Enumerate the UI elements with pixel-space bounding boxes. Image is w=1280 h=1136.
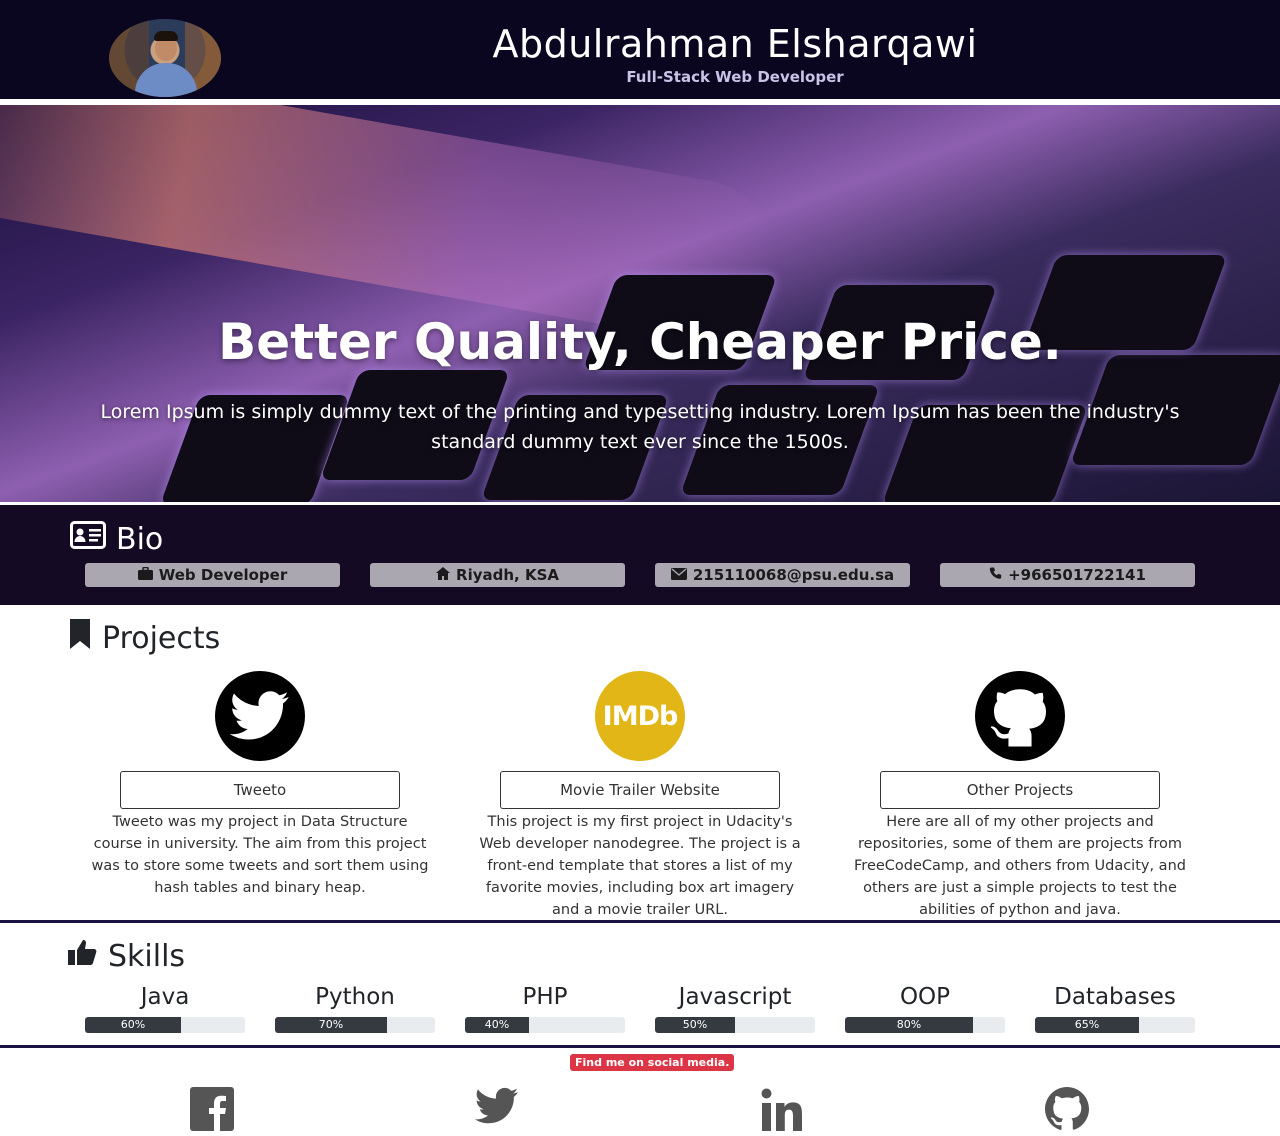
skill-progress-bar: 65% <box>1035 1017 1195 1033</box>
skill-name: OOP <box>899 984 951 1010</box>
skill-name: PHP <box>522 984 568 1010</box>
skill-name: Java <box>140 984 190 1010</box>
bio-location: Riyadh, KSA <box>370 563 625 587</box>
skill-progress-bar: 60% <box>85 1017 245 1033</box>
skill-progress-fill: 80% <box>845 1017 973 1033</box>
home-icon <box>436 566 451 584</box>
github-logo-icon <box>975 671 1065 761</box>
bio-job-label: Web Developer <box>158 566 288 584</box>
project-other-button[interactable]: Other Projects <box>880 771 1160 809</box>
skill-name: Javascript <box>678 984 792 1010</box>
skill-progress-bar: 80% <box>845 1017 1005 1033</box>
site-owner-name: Abdulrahman Elsharqawi <box>492 22 978 66</box>
project-card-tweeto: Tweeto Tweeto was my project in Data Str… <box>90 671 430 899</box>
projects-title: Projects <box>102 620 221 656</box>
skill-progress-fill: 60% <box>85 1017 181 1033</box>
skill-progress-fill: 65% <box>1035 1017 1139 1033</box>
skills-heading: Skills <box>68 938 185 974</box>
id-card-icon <box>70 521 106 557</box>
phone-icon <box>989 566 1002 584</box>
bio-section: Bio Web Developer Riyadh, KSA 215110068@… <box>0 502 1280 605</box>
twitter-icon[interactable] <box>474 1087 523 1135</box>
skill-progress-bar: 50% <box>655 1017 815 1033</box>
skill-progress-bar: 40% <box>465 1017 625 1033</box>
bio-email-label: 215110068@psu.edu.sa <box>692 566 895 584</box>
skill-progress-bar: 70% <box>275 1017 435 1033</box>
skill-progress-fill: 40% <box>465 1017 529 1033</box>
avatar <box>109 19 221 97</box>
bio-email[interactable]: 215110068@psu.edu.sa <box>655 563 910 587</box>
facebook-icon[interactable] <box>190 1087 238 1135</box>
skills-title: Skills <box>108 938 186 974</box>
skill-progress-fill: 70% <box>275 1017 387 1033</box>
project-movie-trailer-button[interactable]: Movie Trailer Website <box>500 771 780 809</box>
linkedin-icon[interactable] <box>760 1087 808 1135</box>
project-card-other: Other Projects Here are all of my other … <box>850 671 1190 921</box>
imdb-logo-text: IMDb <box>602 700 679 732</box>
twitter-logo-icon <box>215 671 305 761</box>
project-tweeto-description: Tweeto was my project in Data Structure … <box>91 814 429 896</box>
social-section: Find me on social media. <box>0 1051 1280 1136</box>
skill-name: Databases <box>1054 984 1176 1010</box>
skill-item: OOP 80% <box>845 984 1005 1033</box>
skill-item: Javascript 50% <box>655 984 815 1033</box>
hero-text: Lorem Ipsum is simply dummy text of the … <box>100 401 1180 453</box>
bookmark-icon <box>68 619 92 657</box>
envelope-icon <box>670 566 687 584</box>
bio-phone[interactable]: +966501722141 <box>940 563 1195 587</box>
skill-progress-fill: 50% <box>655 1017 735 1033</box>
social-badge: Find me on social media. <box>570 1054 735 1071</box>
skill-name: Python <box>315 984 395 1010</box>
thumbs-up-icon <box>68 938 98 974</box>
bio-details: Web Developer Riyadh, KSA 215110068@psu.… <box>85 563 1195 587</box>
project-other-description: Here are all of my other projects and re… <box>854 814 1186 918</box>
site-header: Abdulrahman Elsharqawi Full-Stack Web De… <box>0 0 1280 102</box>
bio-job: Web Developer <box>85 563 340 587</box>
site-owner-role: Full-Stack Web Developer <box>626 68 844 86</box>
bio-location-label: Riyadh, KSA <box>456 566 559 584</box>
imdb-logo-icon: IMDb <box>595 671 685 761</box>
briefcase-icon <box>137 566 153 584</box>
projects-section: Projects Tweeto Tweeto was my project in… <box>0 605 1280 923</box>
skill-item: Python 70% <box>275 984 435 1033</box>
project-movie-trailer-description: This project is my first project in Udac… <box>479 814 801 918</box>
hero-title: Better Quality, Cheaper Price. <box>218 313 1062 371</box>
project-card-movie-trailer: IMDb Movie Trailer Website This project … <box>470 671 810 921</box>
projects-heading: Projects <box>68 619 220 657</box>
project-tweeto-button[interactable]: Tweeto <box>120 771 400 809</box>
skills-section: Skills Java 60% Python 70% PHP 40% Javascript 5… <box>0 926 1280 1048</box>
skill-item: PHP 40% <box>465 984 625 1033</box>
skill-item: Java 60% <box>85 984 245 1033</box>
github-icon[interactable] <box>1045 1087 1093 1135</box>
skill-item: Databases 65% <box>1035 984 1195 1033</box>
hero-banner: Better Quality, Cheaper Price. Lorem Ips… <box>0 105 1280 502</box>
bio-heading: Bio <box>70 521 163 557</box>
bio-title: Bio <box>116 521 164 557</box>
bio-phone-label: +966501722141 <box>1008 566 1146 584</box>
